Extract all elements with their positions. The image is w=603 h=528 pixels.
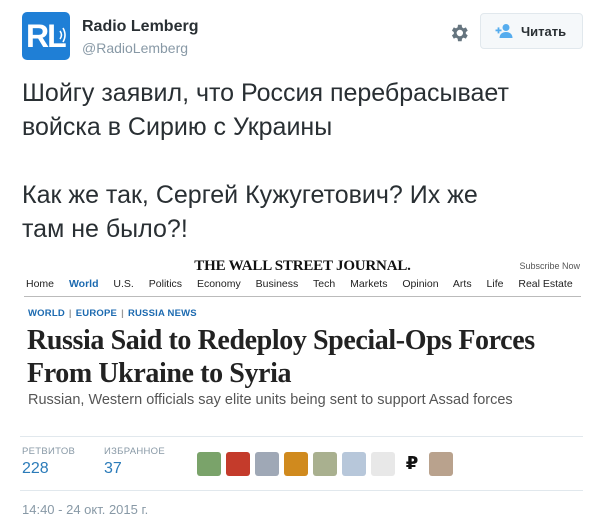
tweet-line-3 [22,144,592,178]
wsj-nav-item-active: World [68,278,99,290]
tweet-line-1: Шойгу заявил, что Россия перебрасывает [22,79,509,107]
retweets-count: 228 [22,460,49,477]
follow-button[interactable]: Читать [480,13,583,49]
attached-image[interactable]: THE WALL STREET JOURNAL. Subscribe Now H… [20,250,585,425]
liker-avatar-2[interactable] [226,452,250,476]
wsj-nav-item: Home [26,278,55,290]
liker-avatar-7[interactable] [371,452,395,476]
wsj-kicker: WORLD | EUROPE | RUSSIA NEWS [28,308,197,319]
liker-avatar-9[interactable] [429,452,453,476]
ruble-glyph: ₽ [405,453,419,474]
radio-waves-icon [59,27,66,43]
tweet-line-2: войска в Сирию с Украины [22,113,333,141]
wsj-nav-item: Tech [313,278,336,290]
wsj-dek: Russian, Western officials say elite uni… [28,392,513,408]
tweet-timestamp[interactable]: 14:40 - 24 окт. 2015 г. [22,502,148,517]
account-handle[interactable]: @RadioLemberg [82,40,188,56]
liker-avatar-1[interactable] [197,452,221,476]
wsj-headline-line: Russia Said to Redeploy Special-Ops Forc… [27,325,535,356]
gear-icon[interactable] [448,22,470,44]
likes-label: ИЗБРАННОЕ [104,446,165,457]
wsj-headline: Russia Said to Redeploy Special-Ops Forc… [27,324,583,390]
follow-button-label: Читать [521,24,567,39]
wsj-kicker-item: RUSSIA NEWS [127,308,197,319]
liker-avatar-3[interactable] [255,452,279,476]
divider [20,490,583,491]
wsj-kicker-item: WORLD [28,308,65,319]
wsj-nav-item: Economy [196,278,241,290]
wsj-nav-item: Opinion [402,278,439,290]
wsj-divider [24,296,581,297]
liker-avatar-8[interactable]: ₽ [400,452,424,476]
wsj-nav-item: Markets [350,278,388,290]
account-name[interactable]: Radio Lemberg [82,18,198,36]
avatar[interactable]: RL [22,12,70,60]
liker-avatar-6[interactable] [342,452,366,476]
tweet-header: RL Radio Lemberg @RadioLemberg Читать [22,12,584,62]
wsj-nav-item: Arts [452,278,472,290]
likes-count: 37 [104,460,122,477]
tweet-line-4: Как же так, Сергей Кужугетович? Их же [22,181,478,209]
add-user-icon [495,24,513,38]
liker-avatar-5[interactable] [313,452,337,476]
tweet-line-5: там не было?! [22,215,188,243]
wsj-nav-item: Politics [148,278,183,290]
wsj-nav-item: Life [486,278,504,290]
tweet-text: Шойгу заявил, что Россия перебрасывает в… [22,76,592,246]
divider [20,436,583,437]
wsj-kicker-item: EUROPE [75,308,118,319]
wsj-masthead: THE WALL STREET JOURNAL. [194,258,411,274]
wsj-nav-item: U.S. [113,278,134,290]
likes-stat[interactable]: ИЗБРАННОЕ 37 [104,446,165,478]
wsj-nav-item: Business [255,278,299,290]
retweets-label: РЕТВИТОВ [22,446,76,457]
wsj-nav: Home World U.S. Politics Economy Busines… [26,278,585,290]
wsj-subscribe-link: Subscribe Now [519,261,580,271]
wsj-headline-line: From Ukraine to Syria [27,358,292,389]
retweets-stat[interactable]: РЕТВИТОВ 228 [22,446,75,478]
wsj-nav-item: Real Estate [518,278,573,290]
liker-avatar-4[interactable] [284,452,308,476]
